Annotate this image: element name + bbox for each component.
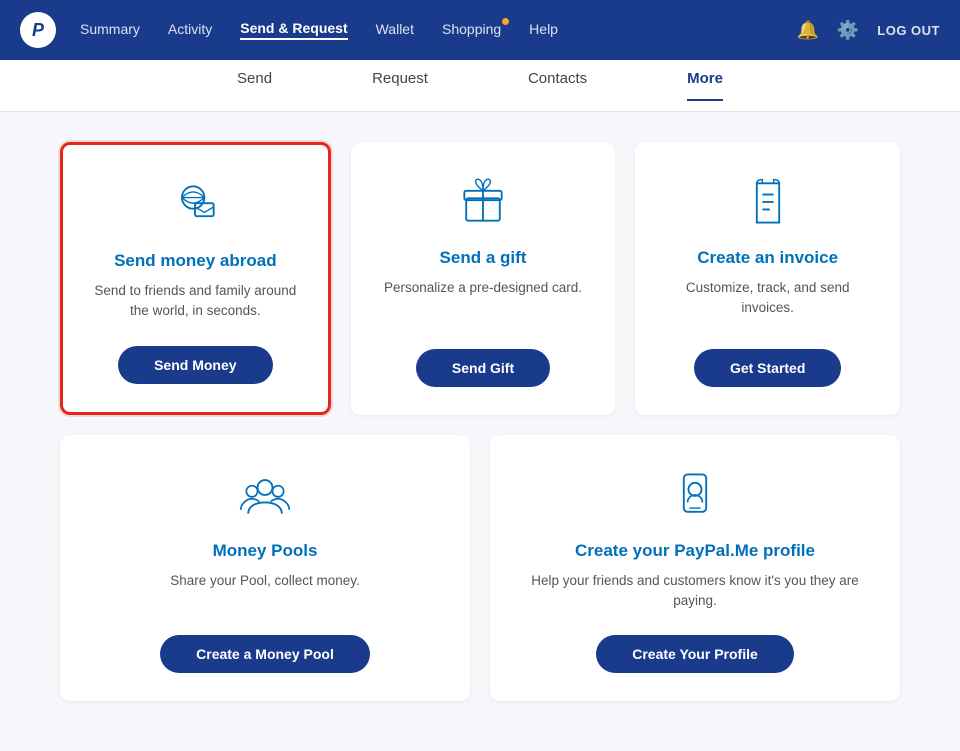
sub-navigation: Send Request Contacts More bbox=[0, 60, 960, 112]
create-invoice-title: Create an invoice bbox=[697, 248, 838, 268]
card-money-pools: Money Pools Share your Pool, collect mon… bbox=[60, 435, 470, 702]
money-pools-desc: Share your Pool, collect money. bbox=[170, 571, 360, 612]
card-create-invoice: Create an invoice Customize, track, and … bbox=[635, 142, 900, 415]
send-gift-desc: Personalize a pre-designed card. bbox=[384, 278, 582, 325]
create-money-pool-button[interactable]: Create a Money Pool bbox=[160, 635, 370, 673]
create-profile-button[interactable]: Create Your Profile bbox=[596, 635, 794, 673]
paypal-me-title: Create your PayPal.Me profile bbox=[575, 541, 815, 561]
card-send-abroad: Send money abroad Send to friends and fa… bbox=[60, 142, 331, 415]
logout-button[interactable]: LOG OUT bbox=[877, 23, 940, 38]
notification-icon[interactable]: 🔔 bbox=[796, 20, 818, 41]
card-send-gift: Send a gift Personalize a pre-designed c… bbox=[351, 142, 616, 415]
nav-send-request[interactable]: Send & Request bbox=[240, 20, 347, 40]
top-navigation: P Summary Activity Send & Request Wallet… bbox=[0, 0, 960, 60]
nav-shopping[interactable]: Shopping bbox=[442, 21, 501, 39]
nav-right: 🔔 ⚙️ LOG OUT bbox=[796, 20, 940, 41]
sub-nav-more[interactable]: More bbox=[687, 70, 723, 101]
get-started-button[interactable]: Get Started bbox=[694, 349, 841, 387]
create-invoice-desc: Customize, track, and send invoices. bbox=[659, 278, 876, 325]
paypal-me-desc: Help your friends and customers know it'… bbox=[514, 571, 876, 612]
card-paypal-me: Create your PayPal.Me profile Help your … bbox=[490, 435, 900, 702]
sub-nav-send[interactable]: Send bbox=[237, 70, 272, 101]
nav-summary[interactable]: Summary bbox=[80, 21, 140, 39]
bottom-cards-row: Money Pools Share your Pool, collect mon… bbox=[60, 435, 900, 702]
money-pools-title: Money Pools bbox=[213, 541, 318, 561]
shopping-dot bbox=[502, 18, 509, 25]
send-abroad-desc: Send to friends and family around the wo… bbox=[87, 281, 304, 322]
send-gift-title: Send a gift bbox=[440, 248, 527, 268]
nav-help[interactable]: Help bbox=[529, 21, 558, 39]
settings-icon[interactable]: ⚙️ bbox=[837, 20, 859, 41]
send-abroad-icon bbox=[165, 175, 225, 235]
create-invoice-icon bbox=[738, 172, 798, 232]
main-content: Send money abroad Send to friends and fa… bbox=[0, 112, 960, 751]
send-gift-icon bbox=[453, 172, 513, 232]
top-cards-row: Send money abroad Send to friends and fa… bbox=[60, 142, 900, 415]
send-money-button[interactable]: Send Money bbox=[118, 346, 272, 384]
paypal-me-icon bbox=[665, 465, 725, 525]
nav-links: Summary Activity Send & Request Wallet S… bbox=[80, 20, 796, 40]
paypal-logo: P bbox=[20, 12, 56, 48]
nav-activity[interactable]: Activity bbox=[168, 21, 212, 39]
sub-nav-contacts[interactable]: Contacts bbox=[528, 70, 587, 101]
money-pools-icon bbox=[235, 465, 295, 525]
sub-nav-request[interactable]: Request bbox=[372, 70, 428, 101]
send-abroad-title: Send money abroad bbox=[114, 251, 276, 271]
logo-letter: P bbox=[32, 20, 44, 41]
nav-wallet[interactable]: Wallet bbox=[376, 21, 414, 39]
send-gift-button[interactable]: Send Gift bbox=[416, 349, 550, 387]
